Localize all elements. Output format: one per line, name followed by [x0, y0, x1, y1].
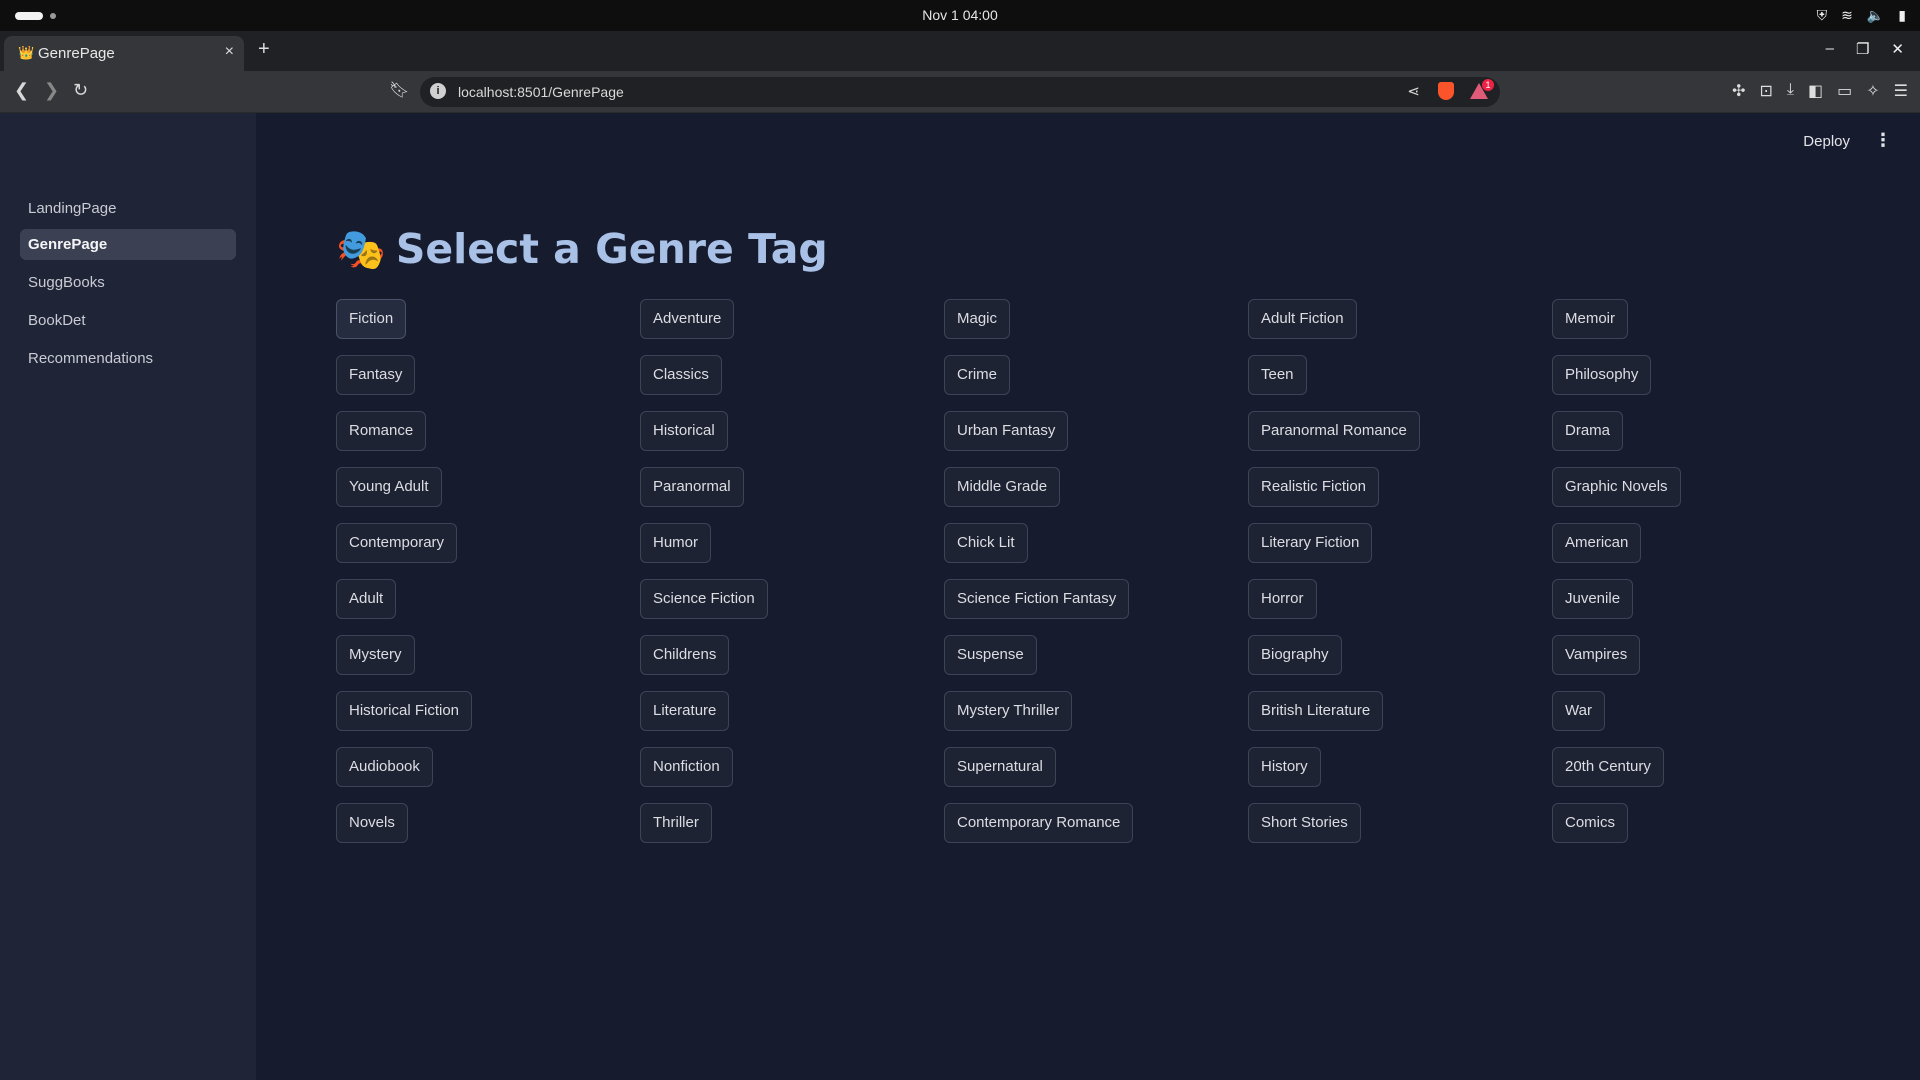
genre-tag-grid: Fiction Adventure Magic Adult Fiction Memoir…	[336, 299, 1856, 859]
genre-tag-button[interactable]: Science Fiction Fantasy	[944, 579, 1130, 619]
genre-tag-button[interactable]: Biography	[1248, 635, 1342, 675]
battery-icon[interactable]: ▮	[1898, 6, 1906, 24]
genre-tag-button[interactable]: Literature	[640, 691, 730, 731]
genre-tag-button[interactable]: Mystery	[336, 635, 415, 675]
genre-tag-button[interactable]: Novels	[336, 803, 408, 843]
menu-icon[interactable]: ☰	[1894, 81, 1908, 101]
bookmark-icon[interactable]: 🔖︎	[389, 80, 409, 100]
genre-tag-button[interactable]: Crime	[944, 355, 1010, 395]
sidebar: LandingPage GenrePage SuggBooks BookDet …	[0, 113, 256, 1080]
window-controls: – ❐ ✕	[1826, 40, 1904, 58]
genre-tag-button[interactable]: Nonfiction	[640, 747, 733, 787]
sidebar-item-landingpage[interactable]: LandingPage	[20, 193, 236, 224]
wallet-icon[interactable]: ▭	[1837, 81, 1852, 101]
maximize-icon[interactable]: ❐	[1856, 40, 1869, 58]
page-title-text: Select a Genre Tag	[395, 225, 828, 273]
genre-tag-button[interactable]: Historical	[640, 411, 728, 451]
genre-tag-button[interactable]: Humor	[640, 523, 712, 563]
genre-tag-button[interactable]: Fiction	[336, 299, 407, 339]
genre-tag-button[interactable]: Juvenile	[1552, 579, 1634, 619]
genre-tag-button[interactable]: Teen	[1248, 355, 1307, 395]
genre-tag-button[interactable]: Drama	[1552, 411, 1624, 451]
browser-tab[interactable]: 👑 GenrePage ×	[4, 36, 244, 71]
genre-tag-button[interactable]: Adventure	[640, 299, 735, 339]
genre-tag-button[interactable]: Adult Fiction	[1248, 299, 1357, 339]
genre-tag-button[interactable]: Paranormal Romance	[1248, 411, 1420, 451]
sidebar-item-recommendations[interactable]: Recommendations	[20, 343, 236, 374]
genre-tag-button[interactable]: Philosophy	[1552, 355, 1652, 395]
genre-tag-button[interactable]: Young Adult	[336, 467, 442, 507]
genre-tag-button[interactable]: 20th Century	[1552, 747, 1664, 787]
genre-tag-button[interactable]: Graphic Novels	[1552, 467, 1681, 507]
deploy-button[interactable]: Deploy	[1803, 133, 1850, 150]
genre-tag-button[interactable]: Childrens	[640, 635, 730, 675]
genre-tag-button[interactable]: War	[1552, 691, 1605, 731]
leo-ai-icon[interactable]: ✧	[1866, 81, 1879, 101]
genre-tag-button[interactable]: Romance	[336, 411, 427, 451]
sidebar-item-bookdet[interactable]: BookDet	[20, 305, 236, 336]
genre-tag-button[interactable]: Middle Grade	[944, 467, 1061, 507]
tab-title: GenrePage	[38, 45, 115, 62]
volume-icon[interactable]: 🔈	[1867, 6, 1884, 24]
genre-tag-button[interactable]: Thriller	[640, 803, 712, 843]
streamlit-favicon-icon: 👑	[18, 45, 35, 60]
brave-shields-icon[interactable]	[1438, 82, 1454, 100]
browser-toolbar: ❮ ❯ ↻ 🔖︎ i localhost:8501/GenrePage ⋖ 1 …	[0, 71, 1920, 113]
close-window-icon[interactable]: ✕	[1891, 40, 1904, 58]
page-title: 🎭 Select a Genre Tag	[336, 225, 828, 273]
genre-tag-button[interactable]: Short Stories	[1248, 803, 1361, 843]
genre-tag-button[interactable]: Chick Lit	[944, 523, 1028, 563]
sidebar-toggle-icon[interactable]: ◧	[1808, 81, 1823, 101]
genre-tag-button[interactable]: Horror	[1248, 579, 1317, 619]
wifi-icon[interactable]: ≋	[1841, 6, 1853, 24]
genre-tag-button[interactable]: Suspense	[944, 635, 1037, 675]
genre-tag-button[interactable]: Magic	[944, 299, 1011, 339]
system-tray[interactable]: ⛨ ≋ 🔈 ▮	[1817, 6, 1906, 24]
genre-tag-button[interactable]: Memoir	[1552, 299, 1629, 339]
genre-tag-button[interactable]: Paranormal	[640, 467, 744, 507]
extensions-icon[interactable]: ✣	[1732, 81, 1745, 101]
os-top-bar: Nov 1 04:00 ⛨ ≋ 🔈 ▮	[0, 0, 1920, 31]
genre-tag-button[interactable]: Contemporary	[336, 523, 458, 563]
genre-tag-button[interactable]: Fantasy	[336, 355, 416, 395]
genre-tag-button[interactable]: Supernatural	[944, 747, 1056, 787]
back-icon[interactable]: ❮	[14, 80, 29, 101]
genre-tag-button[interactable]: American	[1552, 523, 1642, 563]
sidebar-item-suggbooks[interactable]: SuggBooks	[20, 267, 236, 298]
close-tab-icon[interactable]: ×	[225, 43, 234, 61]
toolbar-right-icons: ✣ ⊡ ⤓ ◧ ▭ ✧ ☰	[1732, 81, 1908, 101]
genre-tag-button[interactable]: Comics	[1552, 803, 1629, 843]
screenshot-icon[interactable]: ⊡	[1760, 81, 1773, 101]
new-tab-icon[interactable]: +	[258, 38, 270, 61]
genre-tag-button[interactable]: History	[1248, 747, 1321, 787]
genre-tag-button[interactable]: Historical Fiction	[336, 691, 473, 731]
minimize-icon[interactable]: –	[1826, 40, 1834, 58]
genre-tag-button[interactable]: Urban Fantasy	[944, 411, 1069, 451]
genre-tag-button[interactable]: Mystery Thriller	[944, 691, 1073, 731]
genre-tag-button[interactable]: Science Fiction	[640, 579, 768, 619]
genre-tag-button[interactable]: Adult	[336, 579, 397, 619]
genre-tag-button[interactable]: Classics	[640, 355, 722, 395]
more-options-icon[interactable]: ⋮	[1874, 130, 1892, 151]
main-content: Deploy ⋮ 🎭 Select a Genre Tag Fiction Adv…	[256, 113, 1920, 1080]
share-icon[interactable]: ⋖	[1407, 82, 1420, 100]
address-bar[interactable]: i localhost:8501/GenrePage ⋖ 1	[420, 77, 1500, 107]
genre-tag-button[interactable]: Contemporary Romance	[944, 803, 1134, 843]
performing-arts-icon: 🎭	[336, 226, 386, 273]
genre-tag-button[interactable]: British Literature	[1248, 691, 1384, 731]
genre-tag-button[interactable]: Realistic Fiction	[1248, 467, 1380, 507]
site-info-icon[interactable]: i	[430, 83, 446, 99]
sidebar-item-genrepage[interactable]: GenrePage	[20, 229, 236, 260]
download-icon[interactable]: ⤓	[1787, 81, 1794, 101]
reload-icon[interactable]: ↻	[73, 80, 88, 101]
url-text[interactable]: localhost:8501/GenrePage	[458, 84, 624, 100]
forward-icon[interactable]: ❯	[44, 80, 59, 101]
genre-tag-button[interactable]: Audiobook	[336, 747, 433, 787]
genre-tag-button[interactable]: Literary Fiction	[1248, 523, 1373, 563]
genre-tag-button[interactable]: Vampires	[1552, 635, 1641, 675]
rewards-badge: 1	[1482, 79, 1494, 91]
tab-strip: 👑 GenrePage ×	[0, 31, 1920, 71]
system-clock[interactable]: Nov 1 04:00	[0, 7, 1920, 23]
shield-icon[interactable]: ⛨	[1817, 6, 1828, 24]
